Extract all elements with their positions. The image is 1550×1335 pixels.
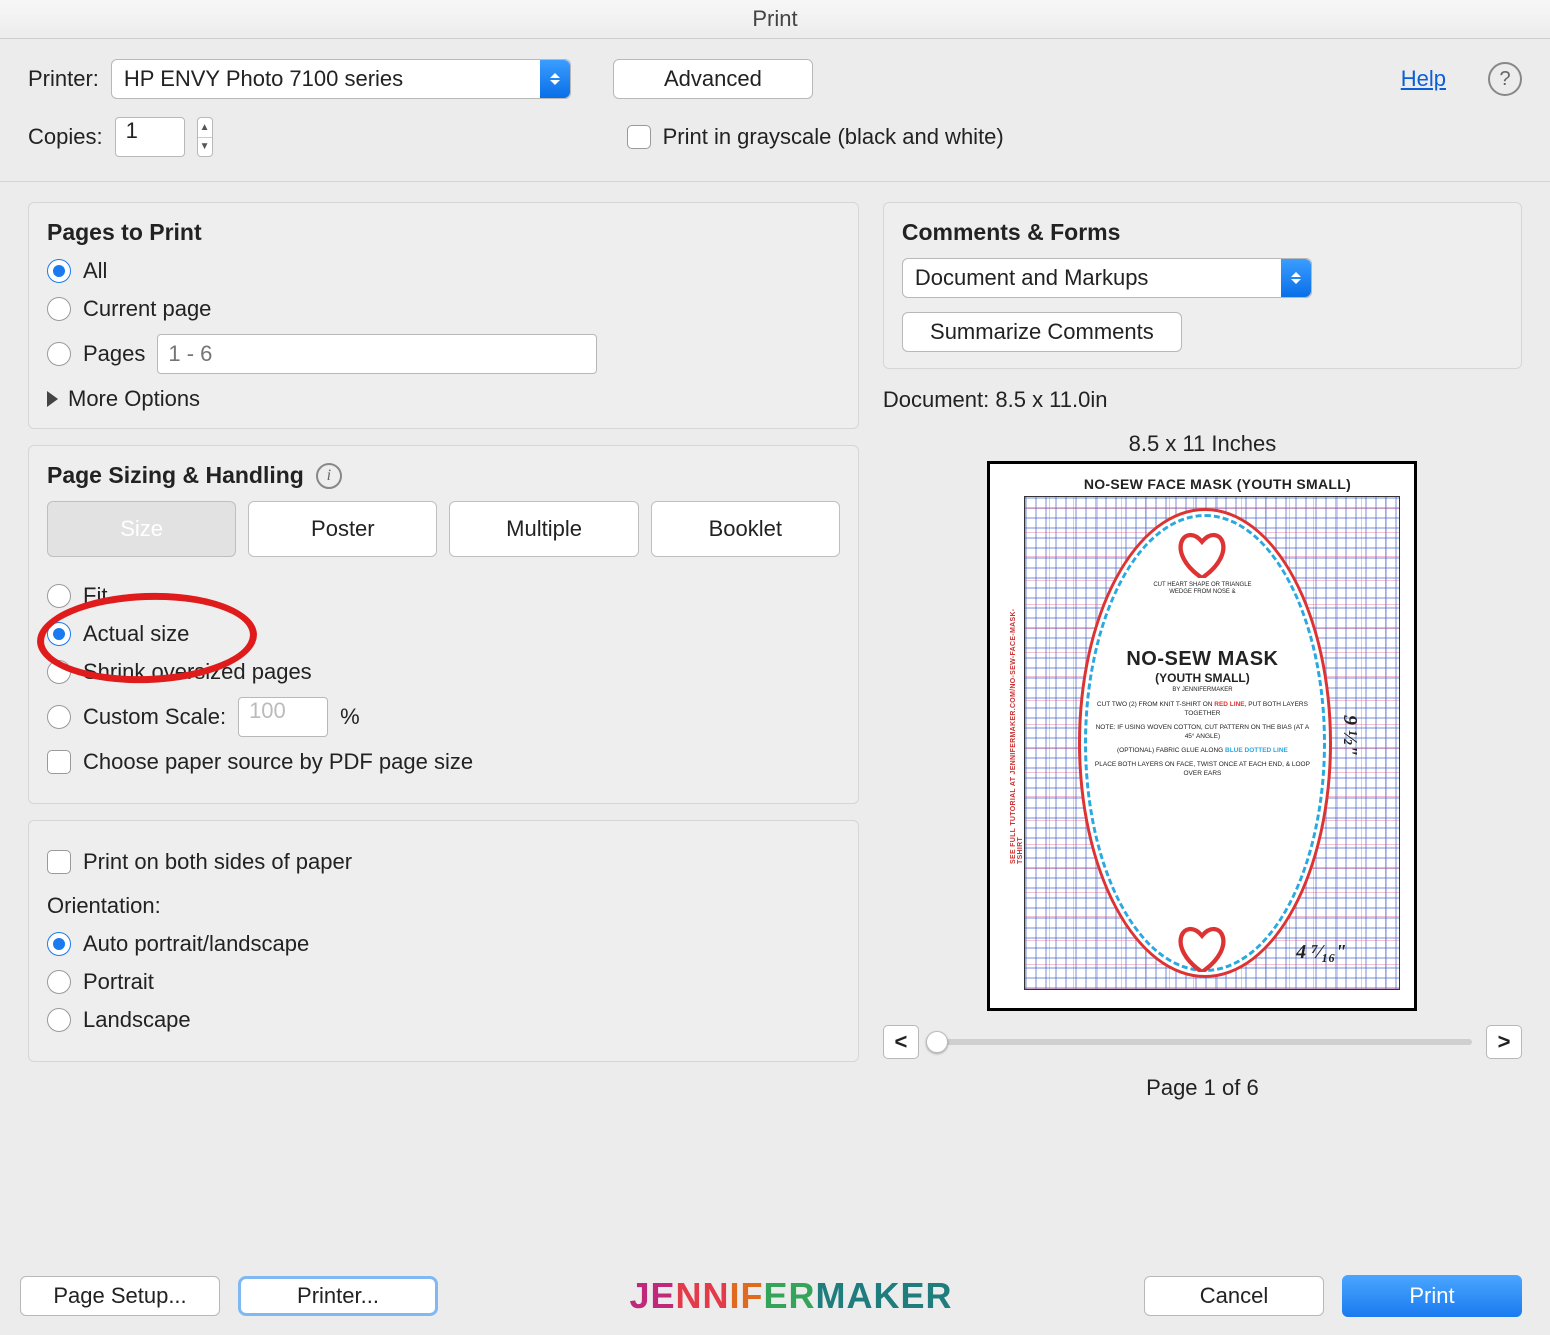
stepper-up-icon[interactable]: ▲ bbox=[198, 118, 212, 138]
duplex-label: Print on both sides of paper bbox=[83, 849, 352, 875]
dialog-footer: Page Setup... Printer... JENNIFERMAKER C… bbox=[0, 1257, 1550, 1335]
heart-icon bbox=[1174, 528, 1230, 578]
grayscale-label: Print in grayscale (black and white) bbox=[663, 124, 1004, 150]
copies-label: Copies: bbox=[28, 124, 103, 150]
radio-all[interactable] bbox=[47, 259, 71, 283]
radio-pages[interactable] bbox=[47, 342, 71, 366]
duplex-checkbox[interactable] bbox=[47, 850, 71, 874]
printer-label: Printer: bbox=[28, 66, 99, 92]
help-icon[interactable]: ? bbox=[1488, 62, 1522, 96]
side-url: SEE FULL TUTORIAL AT JENNIFERMAKER.COM/N… bbox=[1010, 604, 1024, 864]
radio-portrait[interactable] bbox=[47, 970, 71, 994]
radio-fit[interactable] bbox=[47, 584, 71, 608]
grayscale-checkbox[interactable] bbox=[627, 125, 651, 149]
sizing-tabs: Size Poster Multiple Booklet bbox=[47, 501, 840, 557]
preview-doc-title: NO-SEW FACE MASK (YOUTH SMALL) bbox=[1034, 476, 1400, 492]
help-link[interactable]: Help bbox=[1401, 66, 1446, 92]
pages-title: Pages to Print bbox=[47, 219, 840, 246]
heart-note: CUT HEART SHAPE OR TRIANGLE WEDGE FROM N… bbox=[1147, 582, 1257, 596]
radio-pages-label: Pages bbox=[83, 341, 145, 367]
width-measure: 4 ⁷⁄₁₆" bbox=[1296, 941, 1346, 964]
comments-panel: Comments & Forms Document and Markups Su… bbox=[883, 202, 1522, 369]
more-options-label: More Options bbox=[68, 386, 200, 412]
preview-page: NO-SEW FACE MASK (YOUTH SMALL) CUT HEART… bbox=[987, 461, 1417, 1011]
stepper-down-icon[interactable]: ▼ bbox=[198, 138, 212, 157]
preview-area: Document: 8.5 x 11.0in 8.5 x 11 Inches N… bbox=[883, 387, 1522, 1101]
radio-shrink[interactable] bbox=[47, 660, 71, 684]
disclosure-triangle-icon bbox=[47, 391, 58, 407]
radio-shrink-label: Shrink oversized pages bbox=[83, 659, 312, 685]
paper-source-checkbox[interactable] bbox=[47, 750, 71, 774]
zoom-slider[interactable] bbox=[933, 1039, 1472, 1045]
print-button[interactable]: Print bbox=[1342, 1275, 1522, 1317]
page-indicator: Page 1 of 6 bbox=[883, 1075, 1522, 1101]
select-caret-icon bbox=[540, 60, 570, 98]
custom-scale-input[interactable]: 100 bbox=[238, 697, 328, 737]
custom-scale-unit: % bbox=[340, 704, 360, 730]
paper-source-label: Choose paper source by PDF page size bbox=[83, 749, 473, 775]
sizing-title: Page Sizing & Handling bbox=[47, 462, 304, 489]
info-icon[interactable]: i bbox=[316, 463, 342, 489]
advanced-button[interactable]: Advanced bbox=[613, 59, 813, 99]
comments-select[interactable]: Document and Markups bbox=[902, 258, 1312, 298]
radio-landscape[interactable] bbox=[47, 1008, 71, 1032]
watermark: JENNIFERMAKER bbox=[456, 1275, 1126, 1317]
radio-landscape-label: Landscape bbox=[83, 1007, 191, 1033]
cancel-button[interactable]: Cancel bbox=[1144, 1276, 1324, 1316]
summarize-button[interactable]: Summarize Comments bbox=[902, 312, 1182, 352]
pages-range-input[interactable] bbox=[157, 334, 597, 374]
radio-auto-orient[interactable] bbox=[47, 932, 71, 956]
tab-multiple[interactable]: Multiple bbox=[449, 501, 638, 557]
tab-booklet[interactable]: Booklet bbox=[651, 501, 840, 557]
doc-dims: Document: 8.5 x 11.0in bbox=[883, 387, 1522, 413]
radio-custom-label: Custom Scale: bbox=[83, 704, 226, 730]
radio-auto-orient-label: Auto portrait/landscape bbox=[83, 931, 309, 957]
radio-custom[interactable] bbox=[47, 705, 71, 729]
prev-page-button[interactable]: < bbox=[883, 1025, 919, 1059]
select-caret-icon bbox=[1281, 259, 1311, 297]
slider-thumb[interactable] bbox=[926, 1031, 948, 1053]
mask-text-block: NO-SEW MASK (YOUTH SMALL) BY JENNIFERMAK… bbox=[1092, 648, 1312, 778]
comments-select-value: Document and Markups bbox=[915, 265, 1149, 291]
radio-all-label: All bbox=[83, 258, 107, 284]
tab-size[interactable]: Size bbox=[47, 501, 236, 557]
radio-current-label: Current page bbox=[83, 296, 211, 322]
more-options-toggle[interactable]: More Options bbox=[47, 386, 840, 412]
radio-current[interactable] bbox=[47, 297, 71, 321]
window-title: Print bbox=[0, 0, 1550, 39]
radio-portrait-label: Portrait bbox=[83, 969, 154, 995]
top-bar: Printer: HP ENVY Photo 7100 series Advan… bbox=[0, 39, 1550, 182]
heart-icon bbox=[1174, 922, 1230, 972]
height-measure: 9 ½" bbox=[1338, 715, 1361, 756]
tab-poster[interactable]: Poster bbox=[248, 501, 437, 557]
orientation-label: Orientation: bbox=[47, 893, 840, 919]
page-dims: 8.5 x 11 Inches bbox=[883, 431, 1522, 457]
radio-actual[interactable] bbox=[47, 622, 71, 646]
next-page-button[interactable]: > bbox=[1486, 1025, 1522, 1059]
comments-title: Comments & Forms bbox=[902, 219, 1503, 246]
copies-stepper[interactable]: ▲▼ bbox=[197, 117, 213, 157]
radio-actual-label: Actual size bbox=[83, 621, 189, 647]
preview-nav: < > bbox=[883, 1025, 1522, 1059]
radio-fit-label: Fit bbox=[83, 583, 107, 609]
page-setup-button[interactable]: Page Setup... bbox=[20, 1276, 220, 1316]
copies-input[interactable]: 1 bbox=[115, 117, 185, 157]
printer-setup-button[interactable]: Printer... bbox=[238, 1276, 438, 1316]
printer-value: HP ENVY Photo 7100 series bbox=[124, 66, 403, 92]
orientation-panel: Print on both sides of paper Orientation… bbox=[28, 820, 859, 1062]
printer-select[interactable]: HP ENVY Photo 7100 series bbox=[111, 59, 571, 99]
pages-to-print-panel: Pages to Print All Current page Pages Mo… bbox=[28, 202, 859, 429]
sizing-panel: Page Sizing & Handling i Size Poster Mul… bbox=[28, 445, 859, 804]
